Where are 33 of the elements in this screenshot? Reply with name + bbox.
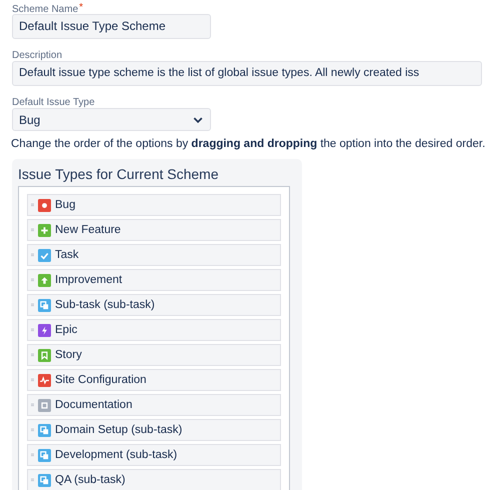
help-text: Change the order of the options by dragging and dropping the option into the desired order. [11,138,486,150]
subtask-icon [38,424,51,436]
plus-icon [38,224,51,236]
issue-type-item[interactable]: Development (sub-task) [27,444,281,466]
bug-icon [38,198,51,212]
dropdown[interactable]: Bug [12,108,211,131]
subtask-icon [38,448,51,462]
issue-type-item[interactable]: Sub-task (sub-task) [27,294,281,316]
input-field[interactable]: Default issue type scheme is the list of global issue types. All newly created iss [12,61,482,86]
input-field[interactable]: Default Issue Type Scheme [12,14,211,39]
subtask-icon [38,474,51,486]
issue-type-item[interactable]: Epic [27,319,281,341]
issue-type-item[interactable]: Documentation [27,394,281,416]
issue-type-item[interactable]: Improvement [27,269,281,291]
lightning-icon [38,324,51,336]
square-icon [38,398,51,412]
issue-type-item[interactable]: Site Configuration [27,369,281,391]
bookmark-icon [38,348,51,362]
required-mark: * [79,4,84,11]
issue-type-item[interactable]: Story [27,344,281,366]
issue-type-item[interactable]: New Feature [27,219,281,241]
subtask-icon [38,298,51,312]
panel-title: Issue Types for Current Scheme [18,166,220,182]
issue-type-item[interactable]: Task [27,244,281,266]
issue-type-item[interactable]: Domain Setup (sub-task) [27,419,281,441]
field-label: Scheme Name [12,4,78,15]
arrow-up-icon [38,274,51,286]
issue-type-item[interactable]: QA (sub-task) [27,469,281,490]
checkbox-icon [38,248,51,262]
field-label: Description [12,50,62,61]
issue-type-item[interactable]: Bug [27,194,281,216]
field-label: Default Issue Type [12,97,95,108]
pulse-icon [38,374,51,386]
